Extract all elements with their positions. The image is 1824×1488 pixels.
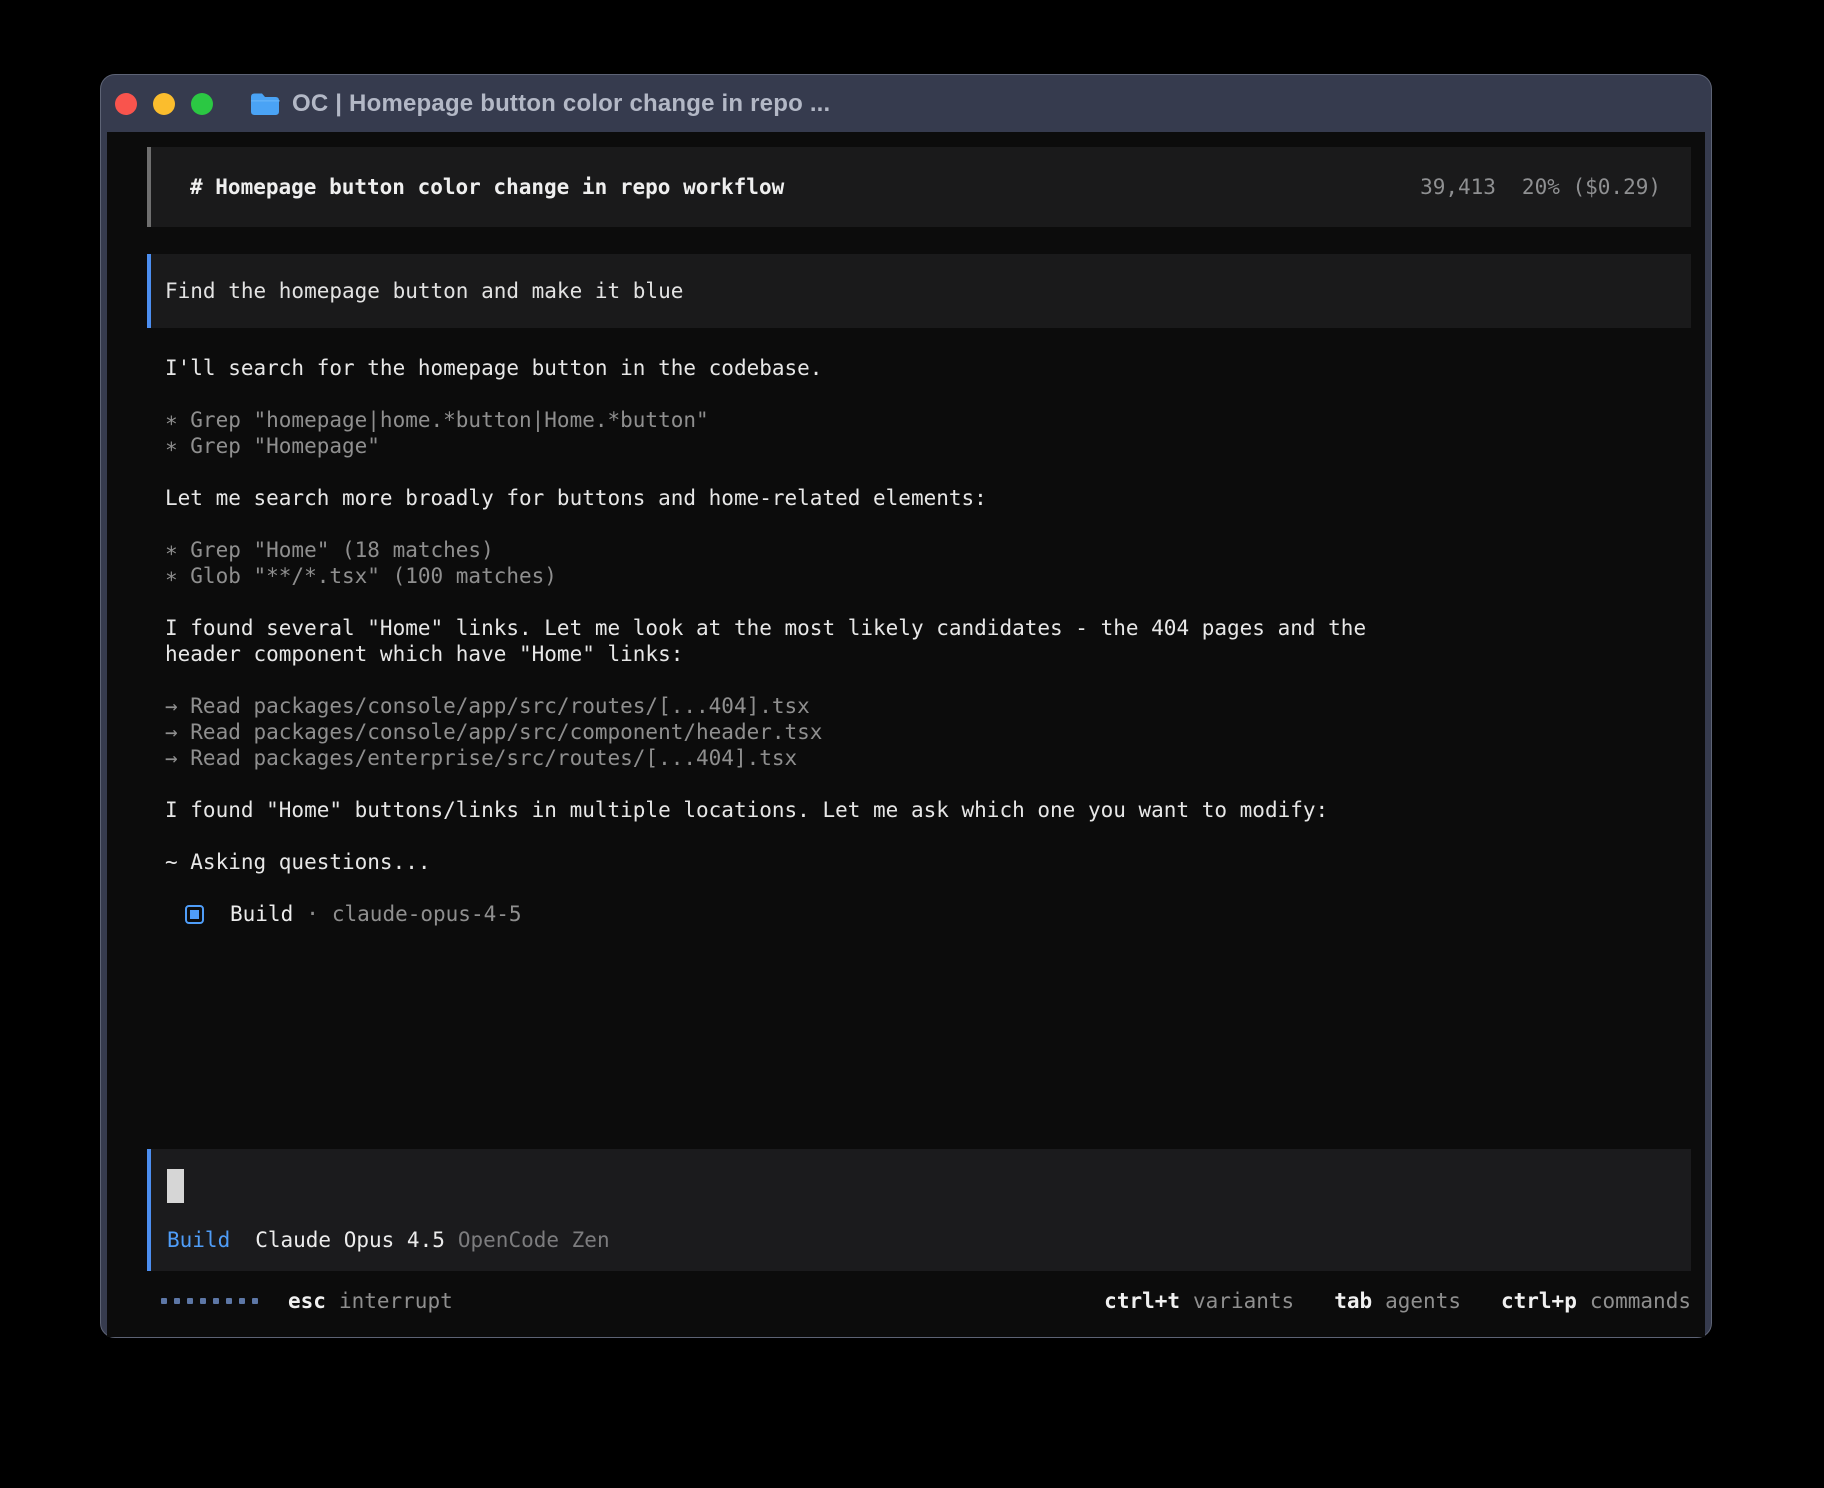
session-title: # Homepage button color change in repo w…	[190, 174, 784, 200]
folder-icon	[249, 91, 280, 116]
tool-call-read: → Read packages/console/app/src/componen…	[165, 719, 1450, 745]
assistant-paragraph: I found several "Home" links. Let me loo…	[165, 615, 1450, 667]
assistant-status: ~ Asking questions...	[165, 849, 1450, 875]
agent-separator: ·	[306, 901, 319, 927]
agents-label: agents	[1385, 1288, 1461, 1314]
assistant-paragraph: I'll search for the homepage button in t…	[165, 355, 1450, 381]
session-header: # Homepage button color change in repo w…	[147, 147, 1691, 227]
prompt-input[interactable]: Build Claude Opus 4.5 OpenCode Zen	[147, 1149, 1691, 1271]
text-cursor	[167, 1169, 184, 1203]
shortcut-commands: ctrl+p commands	[1501, 1288, 1691, 1314]
shortcut-interrupt: esc interrupt	[288, 1288, 453, 1314]
assistant-paragraph: Let me search more broadly for buttons a…	[165, 485, 1450, 511]
ctrl-p-key: ctrl+p	[1501, 1288, 1577, 1314]
agent-name: Build	[230, 901, 293, 927]
variants-label: variants	[1193, 1288, 1294, 1314]
context-usage: 20% ($0.29)	[1522, 174, 1661, 200]
tool-call-group: ∗ Grep "homepage|home.*button|Home.*butt…	[107, 407, 1705, 459]
tool-call-read: → Read packages/enterprise/src/routes/[.…	[165, 745, 1450, 771]
input-model-label[interactable]: Claude Opus 4.5	[255, 1227, 445, 1253]
minimize-button[interactable]	[153, 93, 175, 115]
zoom-button[interactable]	[191, 93, 213, 115]
input-agent-label[interactable]: Build	[167, 1227, 230, 1253]
assistant-paragraph: I found "Home" buttons/links in multiple…	[165, 797, 1450, 823]
commands-label: commands	[1590, 1288, 1691, 1314]
window-title: OC | Homepage button color change in rep…	[292, 90, 830, 118]
esc-key: esc	[288, 1288, 326, 1314]
ctrl-t-key: ctrl+t	[1104, 1288, 1180, 1314]
shortcut-hints: ctrl+t variants tab agents ctrl+p comman…	[1064, 1288, 1691, 1314]
terminal-window: OC | Homepage button color change in rep…	[100, 74, 1712, 1338]
tool-call-glob: ∗ Glob "**/*.tsx" (100 matches)	[165, 563, 1450, 589]
shortcut-variants: ctrl+t variants	[1104, 1288, 1294, 1314]
terminal-content: # Homepage button color change in repo w…	[107, 132, 1705, 1337]
tool-call-grep: ∗ Grep "homepage|home.*button|Home.*butt…	[165, 407, 1450, 433]
window-titlebar[interactable]: OC | Homepage button color change in rep…	[107, 75, 1705, 132]
session-stats: 39,413 20% ($0.29)	[1420, 174, 1661, 200]
traffic-lights	[115, 93, 213, 115]
tool-call-grep: ∗ Grep "Homepage"	[165, 433, 1450, 459]
user-message: Find the homepage button and make it blu…	[147, 254, 1691, 328]
agent-build-icon	[185, 905, 204, 924]
status-bar: esc interrupt ctrl+t variants tab agents…	[107, 1271, 1705, 1337]
token-count: 39,413	[1420, 174, 1496, 200]
shortcut-agents: tab agents	[1334, 1288, 1461, 1314]
tool-call-grep: ∗ Grep "Home" (18 matches)	[165, 537, 1450, 563]
agent-status-row: Build · claude-opus-4-5	[165, 901, 1705, 927]
input-provider-label: OpenCode Zen	[458, 1227, 610, 1253]
tool-call-read: → Read packages/console/app/src/routes/[…	[165, 693, 1450, 719]
agent-model: claude-opus-4-5	[332, 901, 522, 927]
tab-key: tab	[1334, 1288, 1372, 1314]
close-button[interactable]	[115, 93, 137, 115]
input-meta: Build Claude Opus 4.5 OpenCode Zen	[167, 1227, 1691, 1253]
activity-dots	[161, 1298, 258, 1304]
tool-call-group: → Read packages/console/app/src/routes/[…	[107, 693, 1705, 771]
user-message-text: Find the homepage button and make it blu…	[165, 278, 683, 304]
esc-label: interrupt	[339, 1288, 453, 1314]
tool-call-group: ∗ Grep "Home" (18 matches) ∗ Glob "**/*.…	[107, 537, 1705, 589]
